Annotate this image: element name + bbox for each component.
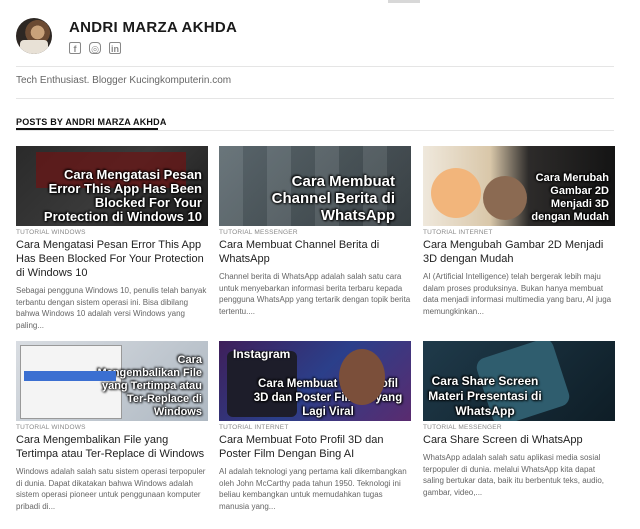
post-title[interactable]: Cara Mengatasi Pesan Error This App Has …	[16, 238, 208, 280]
post-thumbnail[interactable]: Cara Merubah Gambar 2D Menjadi 3D dengan…	[423, 146, 615, 226]
post-card: Cara Mengatasi Pesan Error This App Has …	[16, 146, 208, 331]
divider	[16, 66, 614, 67]
post-category[interactable]: TUTORIAL MESSENGER	[219, 229, 411, 236]
divider	[16, 130, 614, 131]
post-thumbnail[interactable]: Cara Membuat Channel Berita di WhatsApp	[219, 146, 411, 226]
section-title: POSTS BY ANDRI MARZA AKHDA	[16, 117, 167, 127]
thumbnail-caption: Cara Membuat Channel Berita di WhatsApp	[271, 173, 395, 224]
post-excerpt: AI adalah teknologi yang pertama kali di…	[219, 467, 407, 511]
post-excerpt: WhatsApp adalah salah satu aplikasi medi…	[423, 453, 604, 497]
post-category[interactable]: TUTORIAL WINDOWS	[16, 229, 208, 236]
post-category[interactable]: TUTORIAL INTERNET	[423, 229, 615, 236]
thumbnail-caption: Cara Membuat Foto Profil 3D dan Poster F…	[253, 378, 403, 418]
post-thumbnail[interactable]: Cara Share Screen Materi Presentasi di W…	[423, 341, 615, 421]
post-title[interactable]: Cara Mengubah Gambar 2D Menjadi 3D denga…	[423, 238, 615, 266]
post-title[interactable]: Cara Membuat Channel Berita di WhatsApp	[219, 238, 411, 266]
post-thumbnail[interactable]: Cara Mengembalikan File yang Tertimpa at…	[16, 341, 208, 421]
post-card: Cara Mengembalikan File yang Tertimpa at…	[16, 341, 208, 512]
author-header: ANDRI MARZA AKHDA f ◎ in	[16, 16, 616, 60]
thumbnail-caption: Cara Merubah Gambar 2D Menjadi 3D dengan…	[531, 172, 609, 223]
thumbnail-caption: Cara Share Screen Materi Presentasi di W…	[428, 374, 542, 418]
instagram-icon[interactable]: ◎	[89, 42, 101, 54]
social-links: f ◎ in	[69, 42, 121, 54]
author-avatar[interactable]	[16, 18, 52, 54]
top-scroll-indicator	[388, 0, 420, 3]
post-thumbnail[interactable]: Cara Mengatasi Pesan Error This App Has …	[16, 146, 208, 226]
post-excerpt: AI (Artificial Intelligence) telah berge…	[423, 272, 612, 316]
post-excerpt: Windows adalah salah satu sistem operasi…	[16, 467, 206, 511]
post-category[interactable]: TUTORIAL MESSENGER	[423, 424, 615, 431]
post-card: Instagram Cara Membuat Foto Profil 3D da…	[219, 341, 411, 512]
post-title[interactable]: Cara Membuat Foto Profil 3D dan Poster F…	[219, 433, 411, 461]
post-thumbnail[interactable]: Instagram Cara Membuat Foto Profil 3D da…	[219, 341, 411, 421]
post-excerpt: Sebagai pengguna Windows 10, penulis tel…	[16, 286, 207, 330]
instagram-tag: Instagram	[233, 347, 291, 361]
author-bio: Tech Enthusiast. Blogger Kucingkomputeri…	[16, 75, 232, 86]
linkedin-icon[interactable]: in	[109, 42, 121, 54]
post-title[interactable]: Cara Share Screen di WhatsApp	[423, 433, 615, 447]
post-excerpt: Channel berita di WhatsApp adalah salah …	[219, 272, 411, 316]
post-category[interactable]: TUTORIAL WINDOWS	[16, 424, 208, 431]
post-card: Cara Share Screen Materi Presentasi di W…	[423, 341, 615, 498]
post-title[interactable]: Cara Mengembalikan File yang Tertimpa at…	[16, 433, 208, 461]
post-category[interactable]: TUTORIAL INTERNET	[219, 424, 411, 431]
author-name: ANDRI MARZA AKHDA	[69, 19, 238, 36]
post-card: Cara Membuat Channel Berita di WhatsApp …	[219, 146, 411, 317]
thumbnail-caption: Cara Mengembalikan File yang Tertimpa at…	[97, 354, 202, 418]
facebook-icon[interactable]: f	[69, 42, 81, 54]
post-card: Cara Merubah Gambar 2D Menjadi 3D dengan…	[423, 146, 615, 317]
thumbnail-caption: Cara Mengatasi Pesan Error This App Has …	[43, 167, 202, 224]
divider	[16, 98, 614, 99]
